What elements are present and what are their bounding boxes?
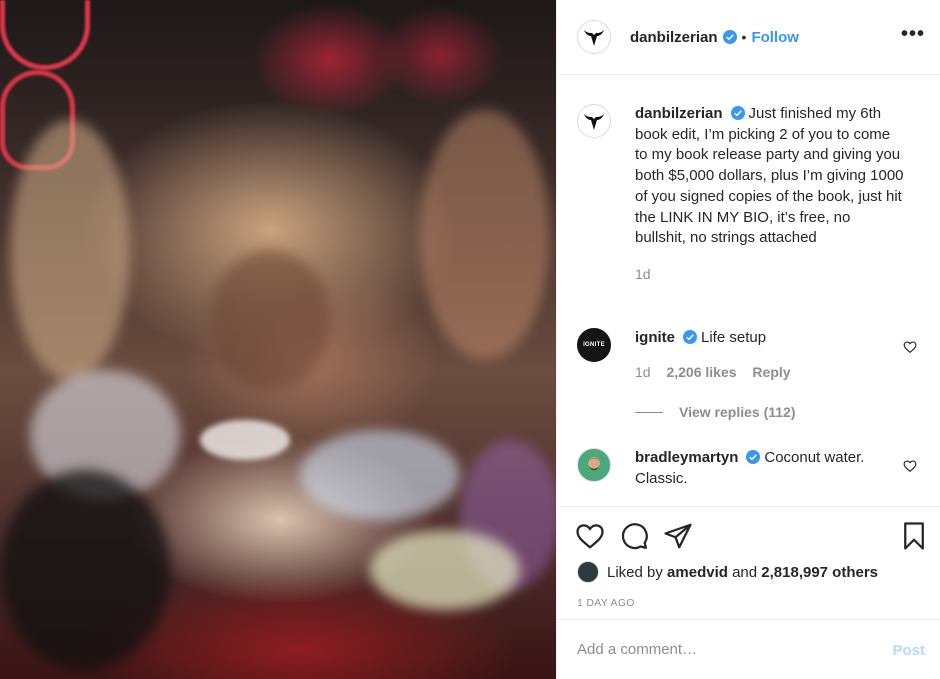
- comments-section[interactable]: danbilzerian Just finished my 6th book ed…: [557, 76, 940, 506]
- reply-button[interactable]: Reply: [752, 364, 790, 380]
- add-comment-bar: Post: [557, 619, 940, 679]
- likes-count[interactable]: 2,818,997 others: [761, 564, 878, 581]
- goat-logo-icon: [584, 114, 604, 130]
- verified-icon: [746, 450, 761, 464]
- photo-region: [10, 120, 130, 380]
- comment-icon[interactable]: [619, 521, 649, 551]
- caption-text: Just finished my 6th book edit, I’m pick…: [635, 105, 904, 247]
- post-sidebar: danbilzerian • Follow ••• danbilzerian Ju…: [556, 0, 940, 679]
- caption-username[interactable]: danbilzerian: [635, 105, 723, 122]
- photo-region: [300, 430, 460, 520]
- comment-text: Life setup: [701, 329, 767, 346]
- heart-icon[interactable]: [575, 521, 605, 551]
- caption-meta: 1d: [635, 264, 905, 285]
- separator-dot: •: [741, 29, 747, 45]
- view-replies-button[interactable]: View replies (112): [635, 404, 795, 420]
- liked-by-and: and: [732, 563, 758, 581]
- more-options-icon[interactable]: •••: [901, 24, 925, 44]
- comment-age[interactable]: 1d: [635, 364, 651, 380]
- instagram-post: danbilzerian • Follow ••• danbilzerian Ju…: [0, 0, 940, 679]
- heart-icon[interactable]: [903, 340, 917, 354]
- photo-region: [0, 470, 170, 670]
- follow-button[interactable]: Follow: [751, 29, 799, 46]
- liked-by-prefix: Liked by: [607, 563, 663, 581]
- post-header: danbilzerian • Follow •••: [557, 0, 940, 75]
- verified-icon: [730, 106, 745, 120]
- comment-likes[interactable]: 2,206 likes: [666, 364, 736, 380]
- profile-photo-icon: [588, 457, 600, 471]
- author-avatar[interactable]: [577, 104, 611, 138]
- share-icon[interactable]: [663, 521, 693, 551]
- post-photo[interactable]: [0, 0, 556, 679]
- commenter-username[interactable]: bradleymartyn: [635, 449, 738, 466]
- comment-body: ignite Life setup 1d 2,206 likes Reply: [635, 328, 905, 382]
- verified-icon: [722, 30, 737, 44]
- liked-by-user[interactable]: amedvid: [667, 564, 728, 581]
- post-actions: Liked by amedvid and 2,818,997 others 1 …: [557, 506, 940, 618]
- caption-body: danbilzerian Just finished my 6th book ed…: [635, 104, 905, 285]
- heart-icon[interactable]: [903, 459, 917, 473]
- author-avatar[interactable]: [577, 20, 611, 54]
- photo-region: [420, 110, 550, 360]
- goat-logo-icon: [584, 30, 604, 46]
- comment-meta: 1d 2,206 likes Reply: [635, 362, 905, 383]
- verified-icon: [683, 330, 697, 344]
- photo-region: [370, 530, 520, 610]
- liked-by: Liked by amedvid and 2,818,997 others: [577, 561, 878, 583]
- replies-divider: [635, 411, 663, 413]
- photo-region: [200, 420, 290, 460]
- bookmark-icon[interactable]: [899, 521, 929, 551]
- photo-region: [210, 250, 330, 390]
- neon-sign: [0, 0, 90, 70]
- post-date[interactable]: 1 DAY AGO: [577, 597, 635, 609]
- commenter-avatar[interactable]: IGNITE: [577, 328, 611, 362]
- post-comment-button[interactable]: Post: [892, 642, 925, 659]
- ignite-logo-text: IGNITE: [583, 342, 605, 348]
- view-replies-label: View replies (112): [679, 404, 796, 420]
- commenter-username[interactable]: ignite: [635, 329, 675, 346]
- commenter-avatar[interactable]: [577, 448, 611, 482]
- liker-avatar[interactable]: [577, 561, 599, 583]
- comment-body: bradleymartyn Coconut water. Classic.: [635, 448, 905, 489]
- author-username[interactable]: danbilzerian: [630, 29, 718, 46]
- caption-age[interactable]: 1d: [635, 266, 651, 282]
- comment-input[interactable]: [577, 641, 877, 658]
